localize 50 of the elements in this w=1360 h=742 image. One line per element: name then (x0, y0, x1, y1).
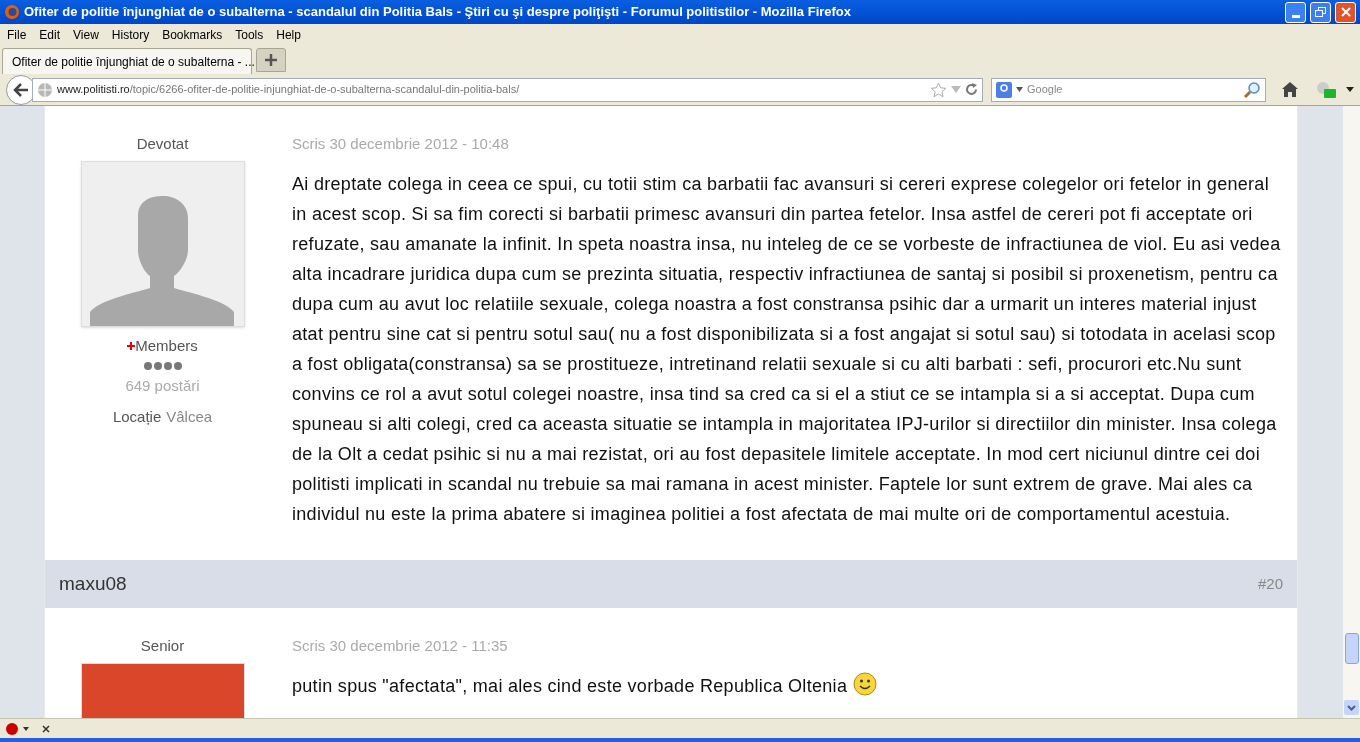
location-label: Locație (112, 407, 162, 427)
person-silhouette-icon (89, 196, 236, 326)
post-text: putin spus "afectata", mai ales cind este vorbade Republica Oltenia (292, 675, 848, 698)
close-button[interactable] (1335, 1, 1356, 23)
plus-icon (265, 54, 277, 66)
close-icon (1340, 7, 1351, 17)
post-text: Ai dreptate colega in ceea ce spui, cu totii stim ca barbatii fac avansuri si cereri exprese colegelor ori fetelor in general in acest scop. Si sa fim corecti si barbatii primesc avansuri din partea fetelor. Insa astfel de cereri pot fi acceptate ori refuzate, sau amanate la infinit. In speta noastra insa, nu inteleg de ce se vorbeste de infractiunea de viol. Eu asi vedea alta incadrare juridica dupa cum se prezinta situatia, respectiv infractiunea de santaj si posibil si proxenetism, pentru ca dupa cum au avut loc relatiile sexuale, colega noastra a fost constransa psihic dar a urmarit un interes material injust atat pentru sine cat si pentru sotul sau( nu a fost disponibilizata si a fost angajat si sotul sau) si totodata in acelasi scop a fost obligata(constransa) sa se prostitueze, intretinand relatii sexuale si cu alti barbati : sefi, procurori etc.Nu sunt convins ce rol a avut sotul colegei noastre, insa tind sa cred ca si el a stiut ce se intampla si a si acceptat. Dupa cum spuneau si alti colegi, cred ca aceasta situatie se intampla in majoritatea IPJ-urilor si directiilor din minister. Insa colega de la Olt a cedat psihic si nu a mai rezistat, ori au fost depasitele limitele acceptate. In mod cert niciunul dintre cei doi politisti implicati in scandal nu trebuie sa mai ramana in acest minister. Faptele lor sunt extrem de grave. Mai ales ca individul nu este la prima abatere si imaginea politiei a fost afectata de mai multe ori de comportamentul acestuia. (292, 173, 1282, 526)
menu-item[interactable]: Edit (39, 26, 61, 44)
minimize-icon (1291, 14, 1300, 18)
menu-item[interactable]: View (73, 26, 99, 44)
post-date: Scris 30 decembrie 2012 - 10:48 (292, 135, 510, 153)
address-text: www.politisti.ro/topic/6266-ofiter-de-politie-injunghiat-de-o-subalterna-scandalul-din-politia-bals/ (57, 82, 521, 98)
rank-dots-icon (142, 360, 183, 371)
globe-icon (37, 81, 53, 98)
menu-item[interactable]: Help (276, 26, 301, 44)
dropdown-arrow-icon[interactable] (1016, 87, 1023, 92)
address-field[interactable]: www.politisti.ro/topic/6266-ofiter-de-politie-injunghiat-de-o-subalterna-scandalul-din-politia-bals/ (32, 77, 983, 102)
scroll-down-icon[interactable] (1344, 700, 1359, 715)
dropdown-arrow-icon[interactable] (1346, 87, 1354, 92)
menu-item[interactable]: History (111, 26, 150, 44)
window-title: Ofiter de politie înjunghiat de o subalterna - scandalul din Politia Bals - Ştiri cu şi despre poliţişti - Forumul politistilor - Mozilla Firefox (24, 3, 853, 22)
minimize-button[interactable] (1285, 1, 1306, 23)
post-author[interactable]: maxu08 (59, 569, 127, 599)
bookmark-star-icon[interactable] (930, 81, 947, 98)
home-icon[interactable] (1282, 82, 1298, 97)
search-field[interactable]: Google (991, 77, 1266, 102)
back-arrow-icon (13, 82, 29, 97)
member-rank: Senior (140, 637, 185, 655)
plus-icon (127, 342, 136, 351)
browser-tab[interactable]: Ofiter de politie înjunghiat de o subalterna - ... (2, 48, 252, 74)
scrollbar[interactable] (1343, 106, 1360, 718)
close-icon[interactable] (42, 724, 50, 733)
google-logo-icon[interactable] (996, 81, 1012, 98)
member-group: Members (135, 335, 198, 358)
reload-icon[interactable] (965, 83, 978, 96)
menu-item[interactable]: File (7, 26, 27, 44)
location-value: Vâlcea (166, 407, 213, 427)
firefox-logo-icon (4, 4, 20, 20)
restore-button[interactable] (1310, 1, 1331, 23)
restore-icon (1315, 7, 1326, 17)
menu-item[interactable]: Tools (235, 26, 264, 44)
new-tab-button[interactable] (256, 48, 286, 72)
post-date: Scris 30 decembrie 2012 - 11:35 (292, 637, 509, 655)
post-count: 649 postări (125, 375, 200, 396)
search-placeholder: Google (1027, 82, 1064, 98)
menu-item[interactable]: Bookmarks (162, 26, 223, 44)
member-rank: Devotat (136, 135, 189, 153)
scrollbar-thumb[interactable] (1344, 633, 1359, 664)
adblock-icon[interactable] (4, 722, 30, 735)
search-icon[interactable] (1243, 80, 1261, 99)
